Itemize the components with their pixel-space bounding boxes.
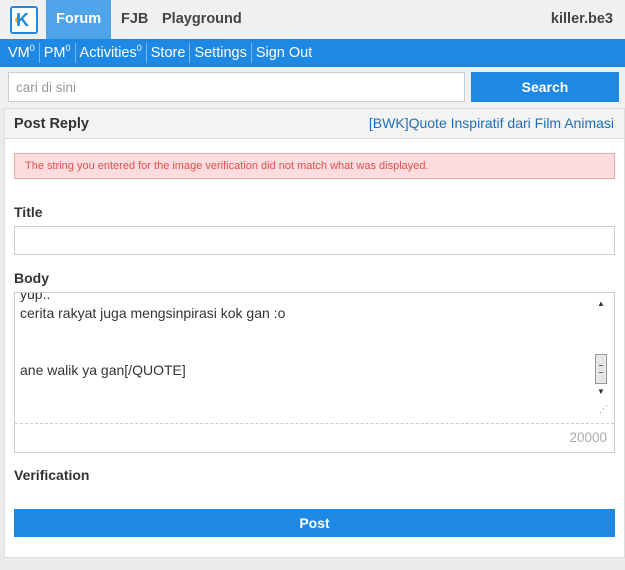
subnav-item-sign-out[interactable]: Sign Out xyxy=(252,43,316,63)
subnav-activities-count: 0 xyxy=(136,43,142,53)
kaskus-logo-icon[interactable]: K xyxy=(10,6,38,34)
subnav-pm-count: 0 xyxy=(65,43,71,53)
subnav-item-vm[interactable]: VM0 xyxy=(4,43,40,63)
subnav-item-settings[interactable]: Settings xyxy=(190,43,252,63)
character-limit-counter: 20000 xyxy=(569,430,607,445)
scroll-down-arrow-icon[interactable]: ▼ xyxy=(594,386,608,398)
body-scrollbar[interactable]: ▲ ▼ xyxy=(594,298,608,398)
subnav-item-pm[interactable]: PM0 xyxy=(40,43,76,63)
logo-letter: K xyxy=(16,10,29,30)
verification-error-message: The string you entered for the image ver… xyxy=(14,153,615,179)
body-divider xyxy=(15,423,614,424)
subnav-vm-count: 0 xyxy=(29,43,35,53)
subnav-pm-label: PM xyxy=(43,45,66,61)
verification-label: Verification xyxy=(14,467,90,483)
user-subnav: VM0 PM0 Activities0 Store Settings Sign … xyxy=(0,39,625,67)
tab-forum[interactable]: Forum xyxy=(46,0,112,39)
resize-grip-icon[interactable]: ⋰ xyxy=(599,404,608,415)
search-bar: Search xyxy=(0,67,625,108)
page-title: Post Reply xyxy=(14,116,89,132)
post-reply-panel: Post Reply [BWK]Quote Inspiratif dari Fi… xyxy=(4,108,625,558)
subnav-item-store[interactable]: Store xyxy=(147,43,191,63)
body-text: yup.. cerita rakyat juga mengsinpirasi k… xyxy=(20,292,286,378)
scroll-up-arrow-icon[interactable]: ▲ xyxy=(594,298,608,310)
top-navigation-bar: K Forum FJB Playground killer.be3 xyxy=(0,0,625,39)
body-label: Body xyxy=(14,270,49,286)
panel-header: Post Reply [BWK]Quote Inspiratif dari Fi… xyxy=(5,109,624,139)
thread-title-link[interactable]: [BWK]Quote Inspiratif dari Film Animasi xyxy=(369,115,614,131)
scroll-thumb[interactable] xyxy=(595,354,607,384)
subnav-activities-label: Activities xyxy=(79,45,137,61)
tab-fjb[interactable]: FJB xyxy=(121,0,148,39)
subnav-item-activities[interactable]: Activities0 xyxy=(76,43,147,63)
username-link[interactable]: killer.be3 xyxy=(551,0,613,39)
subnav-vm-label: VM xyxy=(8,45,30,61)
title-input[interactable] xyxy=(14,226,615,255)
search-input[interactable] xyxy=(8,72,465,102)
title-label: Title xyxy=(14,204,43,220)
search-button[interactable]: Search xyxy=(471,72,619,102)
tab-playground[interactable]: Playground xyxy=(162,0,242,39)
post-button[interactable]: Post xyxy=(14,509,615,537)
body-textarea[interactable]: yup.. cerita rakyat juga mengsinpirasi k… xyxy=(14,292,615,453)
